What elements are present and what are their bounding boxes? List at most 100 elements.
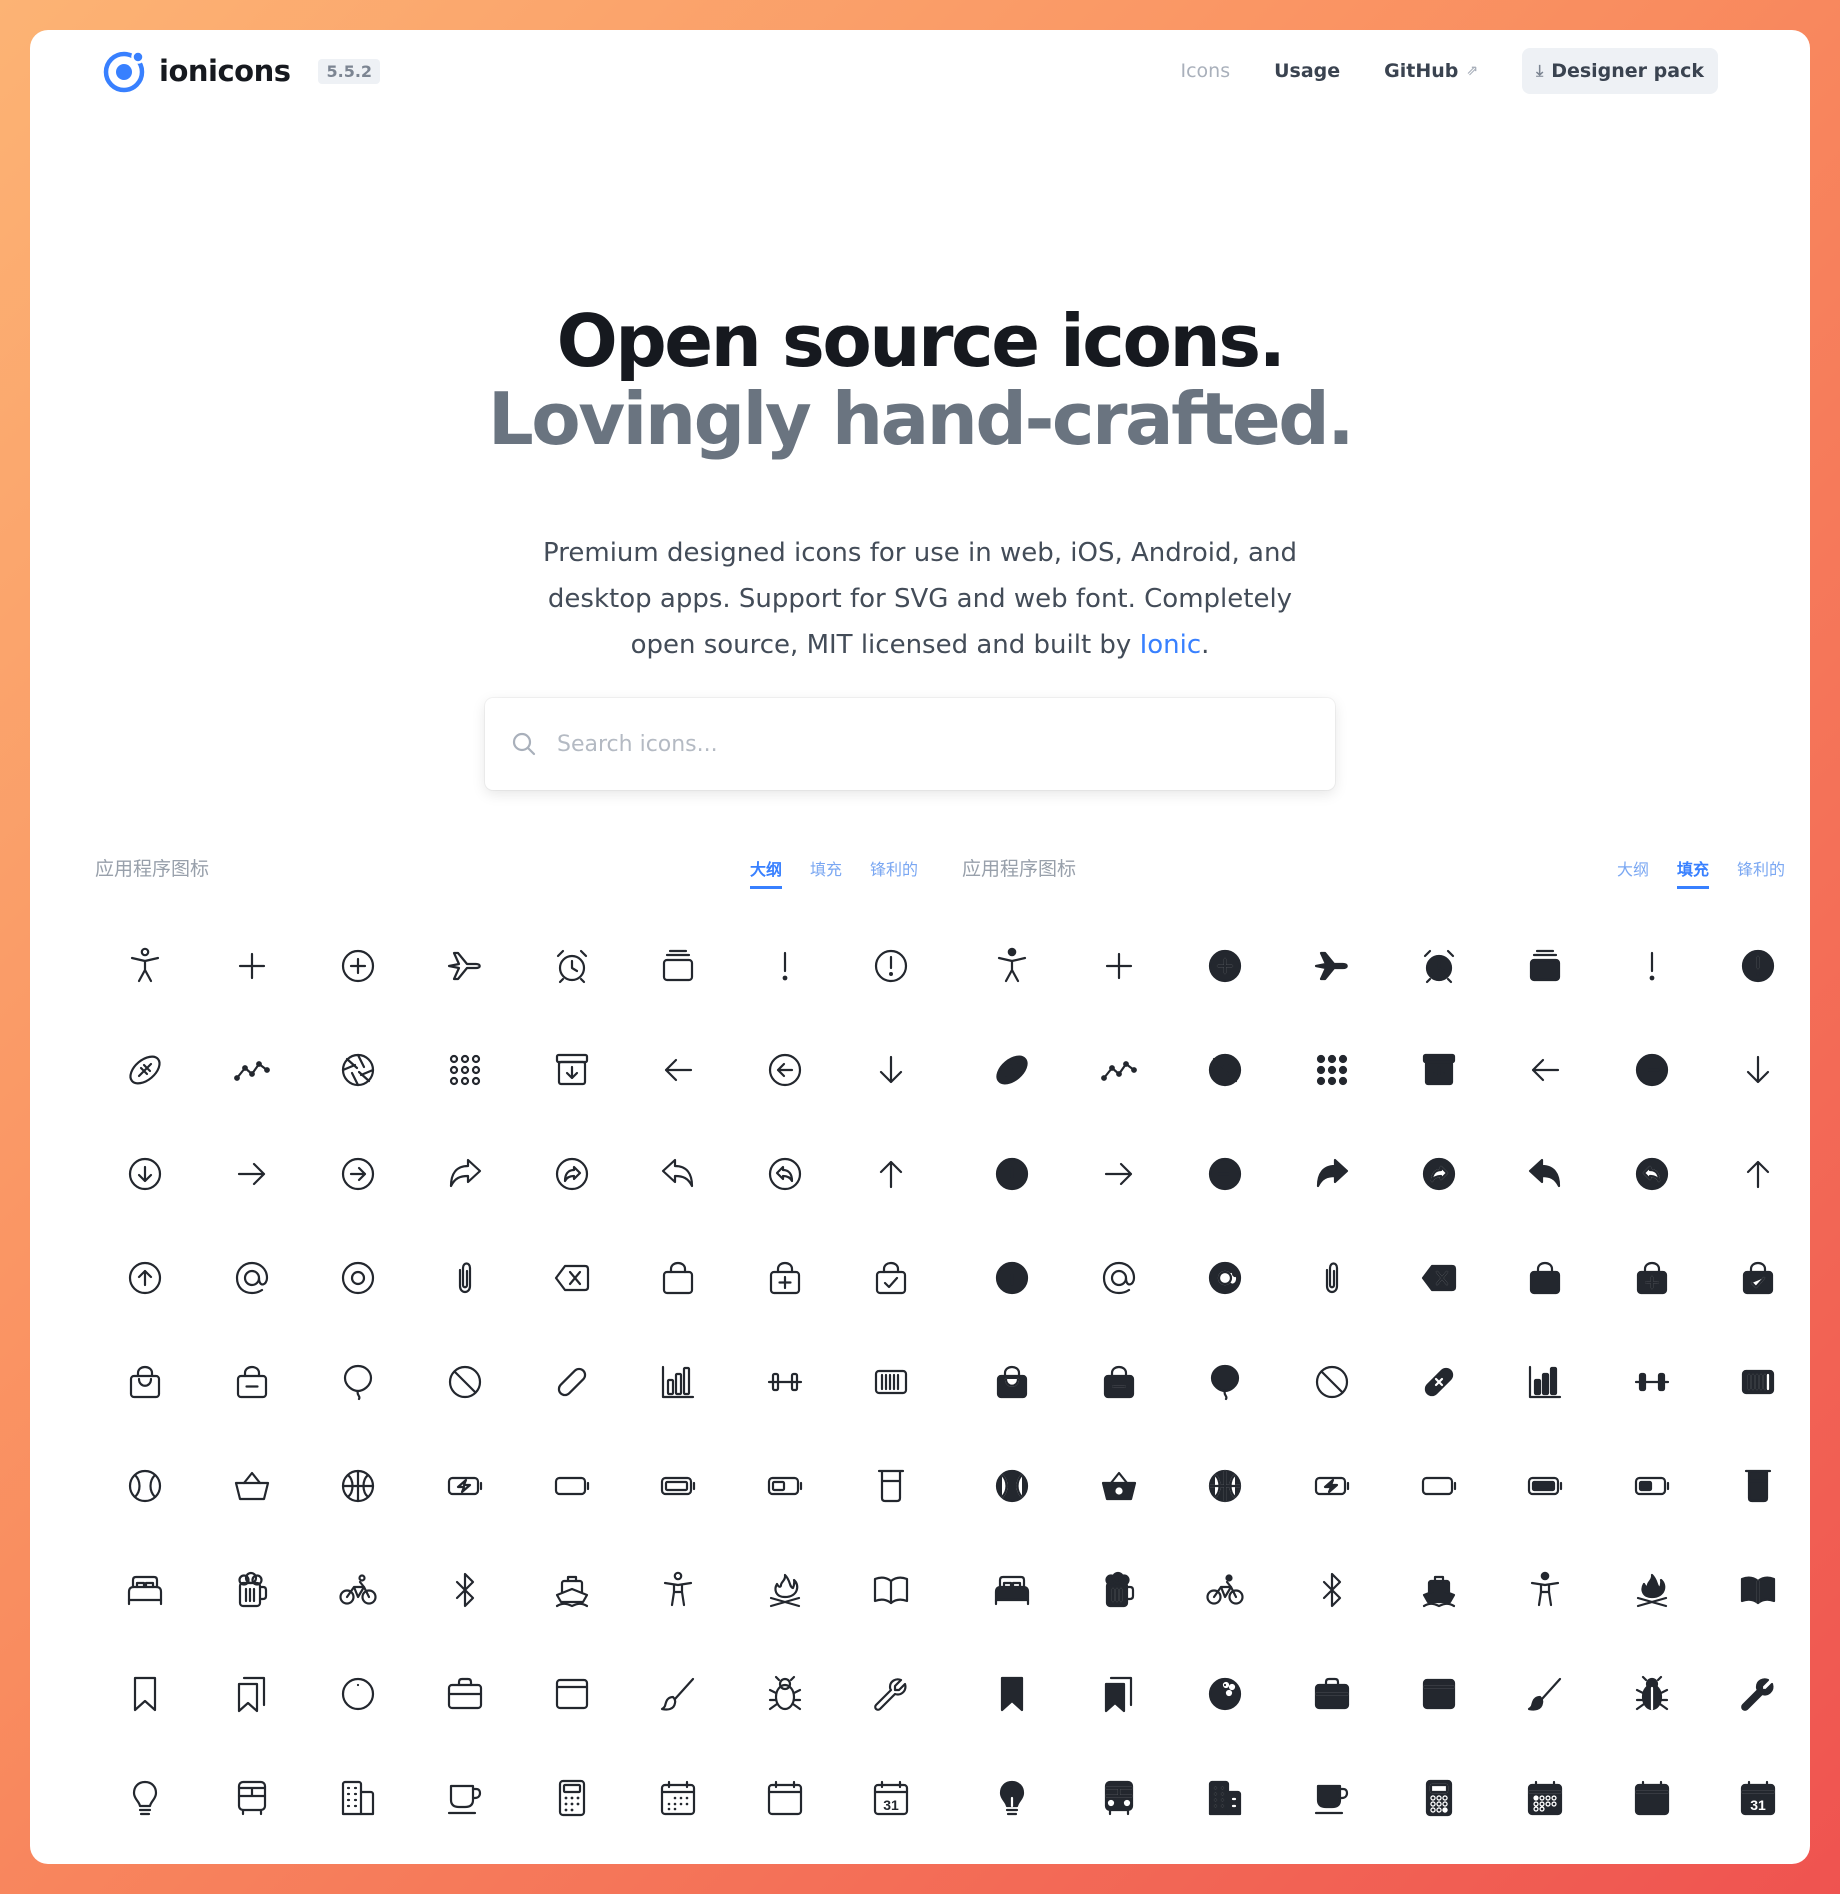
outline-icon-cell[interactable] — [625, 1226, 732, 1330]
outline-icon-cell[interactable] — [518, 1330, 625, 1434]
outline-icon-cell[interactable] — [838, 1226, 945, 1330]
outline-icon-cell[interactable] — [518, 1018, 625, 1122]
outline-icon-cell[interactable] — [412, 1122, 519, 1226]
nav-icons[interactable]: Icons — [1180, 60, 1230, 82]
outline-icon-cell[interactable] — [625, 1330, 732, 1434]
filled-icon-cell[interactable] — [959, 1538, 1066, 1642]
filled-icon-cell[interactable] — [959, 1018, 1066, 1122]
filled-icon-cell[interactable] — [1705, 1434, 1810, 1538]
filled-icon-cell[interactable] — [1599, 1642, 1706, 1746]
outline-icon-cell[interactable] — [412, 1434, 519, 1538]
outline-icon-cell[interactable] — [305, 1226, 412, 1330]
outline-icon-cell[interactable] — [412, 1330, 519, 1434]
filled-icon-cell[interactable] — [1492, 1434, 1599, 1538]
filled-icon-cell[interactable] — [1066, 1642, 1173, 1746]
outline-icon-cell[interactable] — [838, 1330, 945, 1434]
filled-icon-cell[interactable] — [1385, 1018, 1492, 1122]
outline-icon-cell[interactable] — [625, 1434, 732, 1538]
outline-icon-cell[interactable] — [838, 1018, 945, 1122]
filled-icon-cell[interactable] — [1172, 1330, 1279, 1434]
filled-icon-cell[interactable] — [1172, 1226, 1279, 1330]
outline-icon-cell[interactable] — [412, 1226, 519, 1330]
filled-icon-cell[interactable] — [1599, 1330, 1706, 1434]
filled-icon-cell[interactable] — [1279, 1538, 1386, 1642]
outline-icon-cell[interactable] — [625, 1122, 732, 1226]
filled-icon-cell[interactable] — [1492, 1122, 1599, 1226]
filled-icon-cell[interactable] — [1279, 1226, 1386, 1330]
filled-icon-cell[interactable] — [1172, 1746, 1279, 1850]
filled-icon-cell[interactable] — [1172, 1434, 1279, 1538]
filled-icon-cell[interactable] — [1279, 1642, 1386, 1746]
outline-icon-cell[interactable] — [518, 1434, 625, 1538]
outline-icon-cell[interactable] — [199, 1330, 306, 1434]
outline-icon-cell[interactable] — [199, 1746, 306, 1850]
filled-icon-cell[interactable] — [1172, 1642, 1279, 1746]
nav-github[interactable]: GitHub ⇗ — [1384, 60, 1478, 82]
outline-icon-cell[interactable] — [625, 1018, 732, 1122]
logo[interactable]: ionicons 5.5.2 — [102, 47, 381, 95]
filled-icon-cell[interactable] — [1385, 1642, 1492, 1746]
outline-icon-cell[interactable] — [838, 1122, 945, 1226]
right-tab-sharp[interactable]: 锋利的 — [1737, 856, 1785, 889]
left-tab-filled[interactable]: 填充 — [810, 856, 842, 889]
filled-icon-cell[interactable] — [1599, 1746, 1706, 1850]
outline-icon-cell[interactable] — [732, 1746, 839, 1850]
outline-icon-cell[interactable] — [305, 914, 412, 1018]
filled-icon-cell[interactable] — [1599, 1434, 1706, 1538]
filled-icon-cell[interactable] — [1705, 1018, 1810, 1122]
filled-icon-cell[interactable] — [1066, 1018, 1173, 1122]
outline-icon-cell[interactable] — [305, 1434, 412, 1538]
outline-icon-cell[interactable] — [518, 1538, 625, 1642]
filled-icon-cell[interactable] — [1279, 1434, 1386, 1538]
outline-icon-cell[interactable] — [305, 1538, 412, 1642]
designer-pack-button[interactable]: ⤓ Designer pack — [1522, 48, 1718, 94]
filled-icon-cell[interactable] — [1066, 1538, 1173, 1642]
filled-icon-cell[interactable] — [1492, 1642, 1599, 1746]
outline-icon-cell[interactable] — [838, 1538, 945, 1642]
filled-icon-cell[interactable] — [1599, 914, 1706, 1018]
outline-icon-cell[interactable] — [305, 1642, 412, 1746]
filled-icon-cell[interactable] — [959, 1434, 1066, 1538]
outline-icon-cell[interactable] — [92, 1434, 199, 1538]
filled-icon-cell[interactable] — [1705, 1122, 1810, 1226]
filled-icon-cell[interactable] — [1705, 1226, 1810, 1330]
outline-icon-cell[interactable] — [92, 1642, 199, 1746]
filled-icon-cell[interactable] — [1279, 1018, 1386, 1122]
outline-icon-cell[interactable] — [92, 1330, 199, 1434]
filled-icon-cell[interactable] — [1385, 1434, 1492, 1538]
filled-icon-cell[interactable] — [1066, 1226, 1173, 1330]
left-tab-sharp[interactable]: 锋利的 — [870, 856, 918, 889]
outline-icon-cell[interactable] — [625, 914, 732, 1018]
outline-icon-cell[interactable] — [92, 1746, 199, 1850]
filled-icon-cell[interactable] — [1492, 1226, 1599, 1330]
filled-icon-cell[interactable] — [1599, 1226, 1706, 1330]
filled-icon-cell[interactable] — [1599, 1018, 1706, 1122]
filled-icon-cell[interactable] — [1279, 914, 1386, 1018]
outline-icon-cell[interactable] — [92, 1226, 199, 1330]
outline-icon-cell[interactable] — [412, 1018, 519, 1122]
outline-icon-cell[interactable] — [305, 1746, 412, 1850]
outline-icon-cell[interactable] — [732, 914, 839, 1018]
outline-icon-cell[interactable] — [732, 1642, 839, 1746]
filled-icon-cell[interactable] — [1279, 1746, 1386, 1850]
outline-icon-cell[interactable] — [732, 1122, 839, 1226]
outline-icon-cell[interactable] — [838, 1434, 945, 1538]
left-tab-outline[interactable]: 大纲 — [749, 856, 782, 889]
outline-icon-cell[interactable] — [92, 1018, 199, 1122]
outline-icon-cell[interactable] — [732, 1018, 839, 1122]
right-tab-outline[interactable]: 大纲 — [1617, 856, 1649, 889]
outline-icon-cell[interactable] — [199, 1018, 306, 1122]
outline-icon-cell[interactable] — [732, 1330, 839, 1434]
filled-icon-cell[interactable] — [1172, 1018, 1279, 1122]
filled-icon-cell[interactable] — [1705, 1538, 1810, 1642]
filled-icon-cell[interactable] — [1385, 914, 1492, 1018]
filled-icon-cell[interactable] — [1385, 1538, 1492, 1642]
filled-icon-cell[interactable] — [1705, 914, 1810, 1018]
filled-icon-cell[interactable] — [1492, 1746, 1599, 1850]
outline-icon-cell[interactable] — [732, 1434, 839, 1538]
filled-icon-cell[interactable] — [1705, 1642, 1810, 1746]
outline-icon-cell[interactable] — [305, 1018, 412, 1122]
outline-icon-cell[interactable] — [199, 1434, 306, 1538]
filled-icon-cell[interactable] — [1066, 1330, 1173, 1434]
filled-icon-cell[interactable] — [1385, 1330, 1492, 1434]
